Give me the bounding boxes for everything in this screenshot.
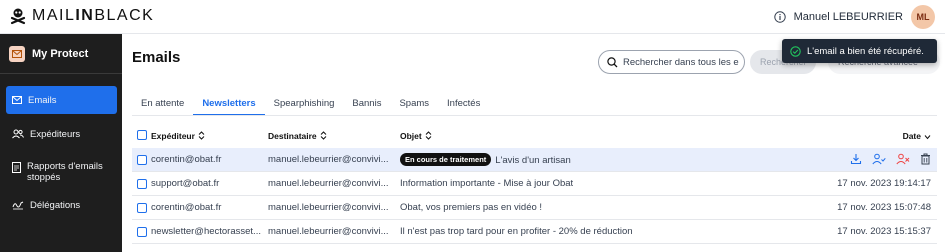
row-date: 17 nov. 2023 15:07:48	[837, 202, 931, 213]
col-subject[interactable]: Objet	[400, 131, 432, 141]
top-bar: MAILINBLACK Manuel LEBEURRIER ML	[0, 0, 945, 34]
table-header: Expéditeur Destinataire Objet Date	[132, 126, 937, 146]
search-input[interactable]: Rechercher dans tous les e	[598, 50, 745, 74]
check-circle-icon	[790, 45, 801, 57]
sidebar-item-senders[interactable]: Expéditeurs	[6, 122, 117, 146]
pirate-flag-logo-icon	[10, 8, 26, 25]
user-menu[interactable]: Manuel LEBEURRIER ML	[773, 5, 935, 29]
row-sender: corentin@obat.fr	[151, 202, 222, 213]
sort-icon	[425, 131, 432, 140]
row-recipient: manuel.lebeurrier@convivi...	[268, 226, 389, 237]
table-row[interactable]: support@obat.fr manuel.lebeurrier@conviv…	[132, 172, 937, 196]
sidebar: My Protect Emails Expéditeurs Rapports d…	[0, 34, 122, 252]
avatar[interactable]: ML	[911, 5, 935, 29]
mail-icon	[12, 96, 22, 104]
tab-spearphishing[interactable]: Spearphishing	[265, 92, 344, 116]
signature-icon	[12, 201, 24, 210]
search-placeholder: Rechercher dans tous les e	[623, 56, 739, 68]
col-sender[interactable]: Expéditeur	[151, 131, 205, 141]
row-recipient: manuel.lebeurrier@convivi...	[268, 178, 389, 189]
row-sender: newsletter@hectorasset...	[151, 226, 261, 237]
logo-text: MAILINBLACK	[32, 7, 155, 24]
row-subject: Obat, vos premiers pas en vidéo !	[400, 202, 543, 213]
row-recipient: manuel.lebeurrier@convivi...	[268, 202, 389, 213]
row-sender: corentin@obat.fr	[151, 154, 222, 165]
shield-mail-icon	[9, 45, 25, 62]
row-actions	[850, 153, 931, 165]
sidebar-item-label: Expéditeurs	[30, 128, 81, 140]
col-date[interactable]: Date	[903, 131, 931, 141]
status-badge: En cours de traitement	[400, 153, 492, 166]
sort-icon	[198, 131, 205, 140]
row-checkbox[interactable]	[137, 227, 147, 237]
row-date: 17 nov. 2023 19:14:17	[837, 178, 931, 189]
tab-banned[interactable]: Bannis	[343, 92, 390, 116]
page-title: Emails	[132, 49, 181, 66]
report-icon	[12, 162, 21, 173]
user-block-icon[interactable]	[896, 153, 910, 165]
row-recipient: manuel.lebeurrier@convivi...	[268, 154, 389, 165]
search-icon	[607, 56, 618, 67]
sidebar-item-label: Délégations	[30, 199, 81, 211]
logo[interactable]: MAILINBLACK	[10, 7, 154, 25]
user-name: Manuel LEBEURRIER	[793, 11, 903, 23]
row-sender: support@obat.fr	[151, 178, 220, 189]
sort-icon	[320, 131, 327, 140]
tab-bar: En attente Newsletters Spearphishing Ban…	[132, 92, 489, 116]
toast-message: L'email a bien été récupéré.	[807, 45, 924, 57]
user-check-icon[interactable]	[872, 153, 886, 165]
row-subject: L'avis d'un artisan	[495, 155, 571, 166]
sidebar-item-label: Emails	[28, 94, 57, 106]
download-icon[interactable]	[850, 153, 862, 165]
product-header[interactable]: My Protect	[0, 34, 122, 74]
toast-notification: L'email a bien été récupéré.	[782, 39, 937, 63]
row-checkbox[interactable]	[137, 179, 147, 189]
row-date: 17 nov. 2023 15:15:37	[837, 226, 931, 237]
sidebar-item-reports[interactable]: Rapports d'emails stoppés	[6, 156, 117, 188]
main-content: Emails Rechercher dans tous les e Recher…	[122, 34, 945, 252]
tab-newsletters[interactable]: Newsletters	[193, 92, 265, 116]
tab-divider	[132, 115, 937, 116]
tab-pending[interactable]: En attente	[132, 92, 193, 116]
row-subject: Il n'est pas trop tard pour en profiter …	[400, 226, 633, 237]
col-recipient[interactable]: Destinataire	[268, 131, 327, 141]
row-checkbox[interactable]	[137, 203, 147, 213]
info-icon[interactable]	[773, 11, 786, 23]
select-all-checkbox[interactable]	[137, 130, 147, 140]
trash-icon[interactable]	[920, 153, 931, 165]
row-subject-cell: En cours de traitement L'avis d'un artisa…	[400, 153, 571, 166]
row-checkbox[interactable]	[137, 155, 147, 165]
row-subject: Information importante - Mise à jour Oba…	[400, 178, 574, 189]
sidebar-item-emails[interactable]: Emails	[6, 86, 117, 114]
sidebar-item-label: Rapports d'emails stoppés	[27, 161, 103, 183]
tab-infected[interactable]: Infectés	[438, 92, 489, 116]
sidebar-item-delegations[interactable]: Délégations	[6, 194, 117, 216]
sort-desc-icon	[924, 135, 931, 140]
table-row[interactable]: corentin@obat.fr manuel.lebeurrier@convi…	[132, 148, 937, 172]
users-icon	[12, 129, 24, 139]
product-name: My Protect	[32, 47, 89, 60]
tab-spams[interactable]: Spams	[390, 92, 438, 116]
table-row[interactable]: newsletter@hectorasset... manuel.lebeurr…	[132, 220, 937, 244]
table-row[interactable]: corentin@obat.fr manuel.lebeurrier@convi…	[132, 196, 937, 220]
